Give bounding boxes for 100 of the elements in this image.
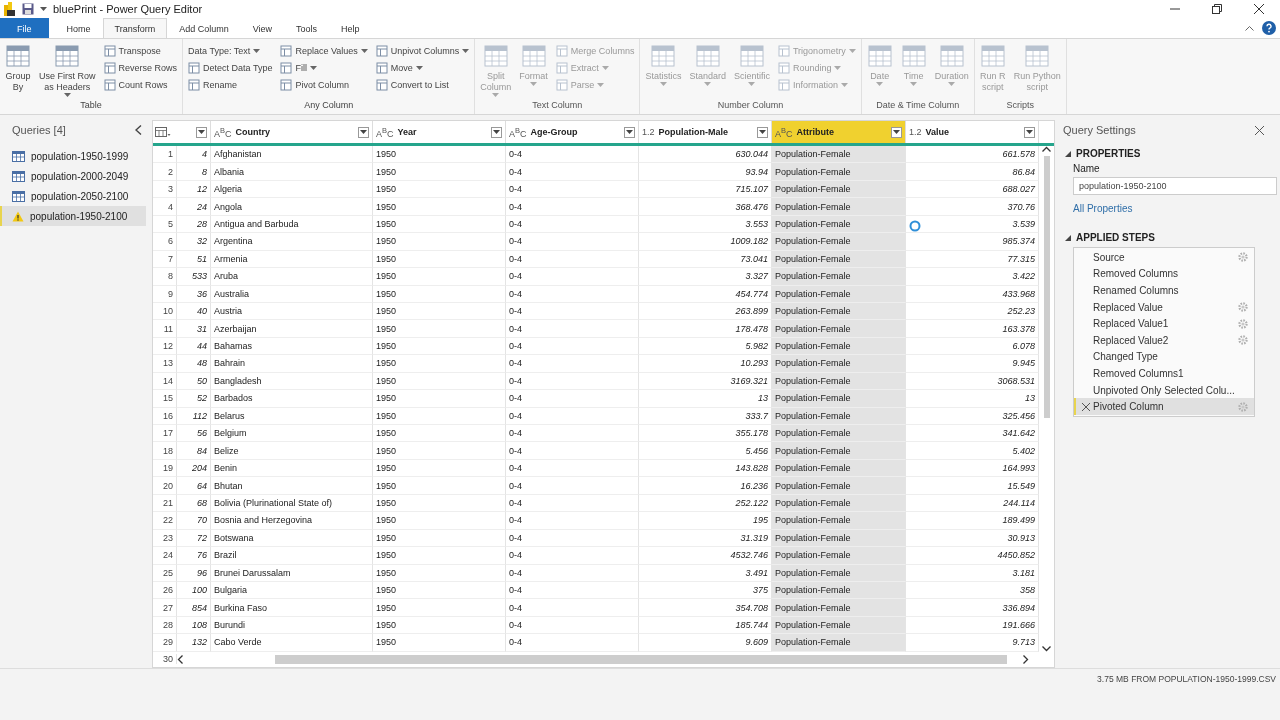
command-icon xyxy=(738,43,765,69)
expand-icon[interactable] xyxy=(1065,150,1071,157)
table-cell: 1950 xyxy=(373,250,506,269)
close-icon[interactable] xyxy=(1254,4,1264,14)
window-title: bluePrint - Power Query Editor xyxy=(53,3,203,15)
table-cell: 1950 xyxy=(373,372,506,391)
ribbon-button[interactable]: Group By xyxy=(3,41,33,100)
table-cell: 72 xyxy=(177,529,211,548)
scroll-down-icon[interactable] xyxy=(1042,645,1051,652)
column-header[interactable]: A$^{B}$C Attribute xyxy=(772,121,906,143)
row-number: 24 xyxy=(153,547,177,565)
row-number: 2 xyxy=(153,163,177,181)
caret-icon xyxy=(415,65,423,70)
collapse-icon[interactable] xyxy=(1245,25,1254,31)
applied-step[interactable]: Pivoted Column xyxy=(1074,398,1254,415)
ribbon-button[interactable]: Reverse Rows xyxy=(101,60,180,75)
caret-icon xyxy=(948,82,956,86)
applied-step[interactable]: Removed Columns1 xyxy=(1074,365,1254,382)
ribbon-button[interactable]: Data Type: Text xyxy=(186,43,275,58)
column-header[interactable]: 1.2 Value xyxy=(906,121,1039,143)
scroll-left-icon[interactable] xyxy=(177,654,183,664)
command-icon xyxy=(979,43,1006,69)
table-cell: 1950 xyxy=(373,407,506,425)
command-icon xyxy=(555,44,568,57)
ribbon-button[interactable]: Fill xyxy=(278,60,370,75)
query-item[interactable]: population-2000-2049 xyxy=(0,166,146,186)
table-cell: 1950 xyxy=(373,337,506,356)
help-icon[interactable] xyxy=(1262,21,1276,35)
column-header[interactable]: A$^{B}$C Country xyxy=(211,121,373,143)
collapse-icon[interactable] xyxy=(135,125,142,135)
warning-icon xyxy=(12,210,24,222)
row-number: 4 xyxy=(153,198,177,216)
name-field[interactable]: population-1950-2100 xyxy=(1073,177,1277,195)
ribbon-button[interactable]: Move xyxy=(373,60,472,75)
ribbon-tab[interactable]: Transform xyxy=(102,18,168,38)
table-cell: 0-4 xyxy=(506,547,639,565)
table-icon xyxy=(12,170,25,182)
table-cell: 36 xyxy=(177,285,211,303)
table-cell: 1950 xyxy=(373,355,506,373)
table-cell: 0-4 xyxy=(506,390,639,408)
table-cell: Population-Female xyxy=(772,320,906,338)
query-item[interactable]: population-2050-2100 xyxy=(0,186,146,206)
column-header[interactable]: A$^{B}$C Age-Group xyxy=(506,121,639,143)
table-cell: 0-4 xyxy=(506,581,639,600)
applied-step[interactable]: Replaced Value2 xyxy=(1074,331,1254,349)
table-cell: Population-Female xyxy=(772,268,906,286)
expand-icon[interactable] xyxy=(1065,234,1071,241)
file-tab[interactable]: File xyxy=(0,18,49,38)
table-cell: Bhutan xyxy=(211,477,373,495)
vertical-scrollbar[interactable] xyxy=(1039,146,1054,652)
caret-icon xyxy=(360,48,368,53)
scroll-right-icon[interactable] xyxy=(1023,654,1029,664)
table-cell: 44 xyxy=(177,337,211,356)
caret-icon xyxy=(492,93,500,97)
applied-step[interactable]: Unpivoted Only Selected Colu... xyxy=(1074,381,1254,399)
table-cell: Cabo Verde xyxy=(211,634,373,652)
table-cell: 0-4 xyxy=(506,268,639,286)
row-number: 29 xyxy=(153,634,177,652)
table-cell: 1950 xyxy=(373,198,506,216)
applied-step[interactable]: Changed Type xyxy=(1074,348,1254,366)
ribbon-button[interactable]: Convert to List xyxy=(373,77,472,92)
ribbon-button[interactable]: Detect Data Type xyxy=(186,60,275,75)
row-number: 6 xyxy=(153,233,177,251)
table-cell: 0-4 xyxy=(506,233,639,251)
ribbon-button[interactable]: Rename xyxy=(186,77,275,92)
command-icon xyxy=(103,78,116,91)
close-icon[interactable] xyxy=(1255,125,1264,135)
query-item[interactable]: population-1950-1999 xyxy=(0,146,146,166)
applied-step[interactable]: Replaced Value xyxy=(1074,298,1254,316)
table-cell: 56 xyxy=(177,425,211,443)
caret-icon xyxy=(360,130,367,134)
ribbon-button[interactable]: Unpivot Columns xyxy=(373,43,472,58)
restore-icon[interactable] xyxy=(1212,4,1222,14)
table-cell: Burkina Faso xyxy=(211,599,373,617)
ribbon-button[interactable]: Transpose xyxy=(101,43,180,58)
ribbon-button[interactable]: Count Rows xyxy=(101,77,180,92)
save-icon[interactable] xyxy=(22,3,34,15)
table-cell: 204 xyxy=(177,459,211,478)
all-properties-link[interactable]: All Properties xyxy=(1073,203,1133,214)
ribbon-button[interactable]: Replace Values xyxy=(278,43,370,58)
column-header[interactable]: A$^{B}$C Year xyxy=(373,121,506,143)
table-cell: 0-4 xyxy=(506,198,639,216)
scroll-up-icon[interactable] xyxy=(1042,146,1051,152)
table-cell: 1950 xyxy=(373,616,506,635)
applied-step[interactable]: Source xyxy=(1074,249,1254,266)
applied-step[interactable]: Replaced Value1 xyxy=(1074,315,1254,332)
row-number: 15 xyxy=(153,390,177,408)
table-cell: 1950 xyxy=(373,163,506,181)
table-cell: Population-Female xyxy=(772,233,906,251)
delete-icon[interactable] xyxy=(1082,402,1090,411)
table-cell: 1950 xyxy=(373,494,506,513)
ribbon-button[interactable]: Use First Row as Headers xyxy=(37,41,98,100)
table-cell: Population-Female xyxy=(772,442,906,460)
query-item[interactable]: population-1950-2100 xyxy=(0,206,146,226)
caret-icon xyxy=(910,82,918,86)
applied-step[interactable]: Removed Columns xyxy=(1074,265,1254,283)
ribbon-button[interactable]: Pivot Column xyxy=(278,77,370,92)
command-icon xyxy=(280,61,293,74)
applied-step[interactable]: Renamed Columns xyxy=(1074,282,1254,299)
table-cell: 132 xyxy=(177,634,211,652)
